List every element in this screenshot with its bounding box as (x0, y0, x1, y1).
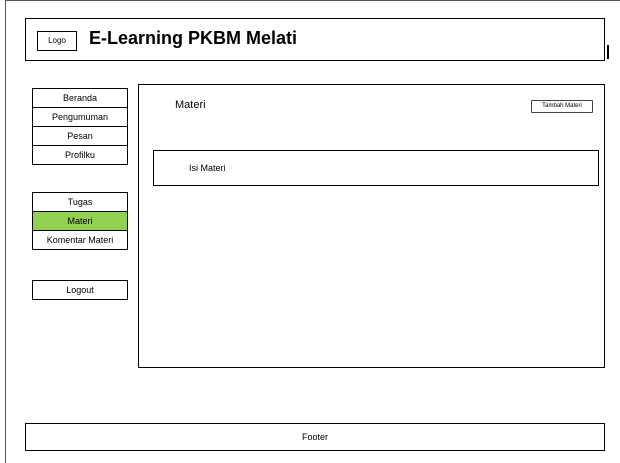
logout-button[interactable]: Logout (32, 280, 128, 300)
sidebar-item-pesan[interactable]: Pesan (32, 126, 128, 146)
sidebar-item-komentar-materi[interactable]: Komentar Materi (32, 230, 128, 250)
sidebar-group-account: Logout (32, 280, 128, 300)
header: Logo E-Learning PKBM Melati (25, 18, 609, 61)
list-item[interactable]: Isi Materi (153, 150, 599, 186)
header-mark (607, 45, 609, 59)
sidebar-item-profilku[interactable]: Profilku (32, 145, 128, 165)
footer: Footer (25, 423, 605, 451)
sidebar-item-pengumuman[interactable]: Pengumuman (32, 107, 128, 127)
sidebar-item-tugas[interactable]: Tugas (32, 192, 128, 212)
sidebar-item-beranda[interactable]: Beranda (32, 88, 128, 108)
site-title: E-Learning PKBM Melati (89, 28, 298, 48)
sidebar-group-learning: Tugas Materi Komentar Materi (32, 192, 128, 250)
materi-item-label: Isi Materi (189, 163, 226, 173)
page-title: Materi (175, 99, 206, 111)
sidebar-group-main: Beranda Pengumuman Pesan Profilku (32, 88, 128, 165)
add-materi-button[interactable]: Tambah Materi (531, 100, 593, 113)
page-frame-left (5, 0, 6, 463)
main-content: Materi Tambah Materi Isi Materi (138, 84, 605, 368)
sidebar-item-materi[interactable]: Materi (32, 211, 128, 231)
page-frame-top (5, 0, 620, 1)
logo: Logo (37, 31, 77, 51)
